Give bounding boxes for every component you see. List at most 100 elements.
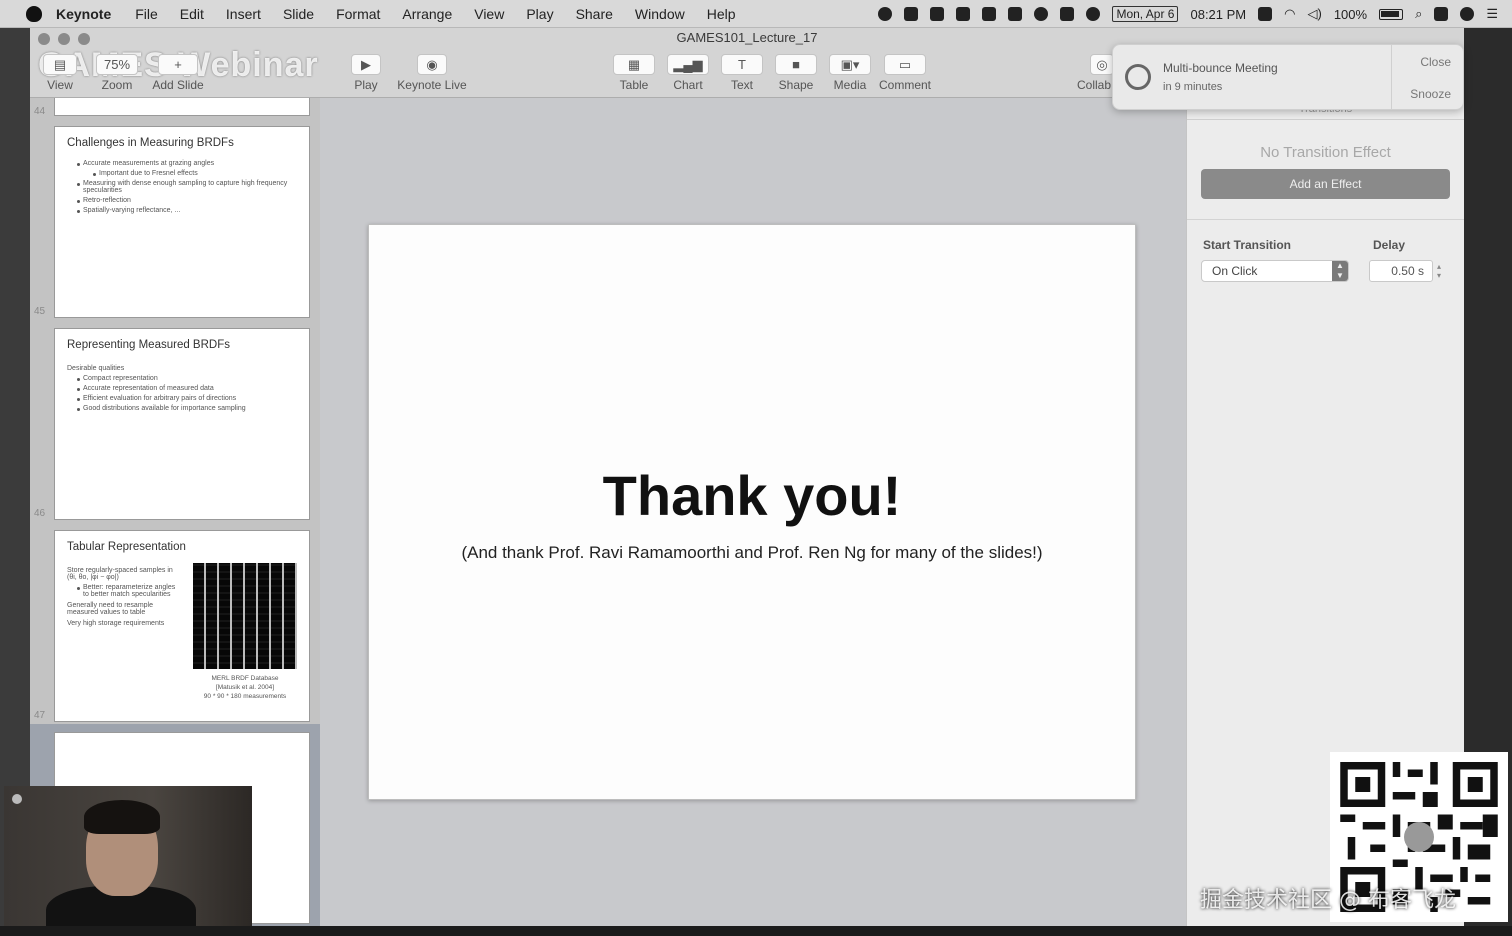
snooze-button[interactable]: Snooze	[1410, 87, 1451, 101]
zoom-value: 75%	[103, 57, 131, 72]
menu-arrange[interactable]: Arrange	[402, 6, 452, 22]
delay-stepper-icon[interactable]: ▴ ▾	[1437, 262, 1445, 280]
slide-canvas[interactable]: Thank you! (And thank Prof. Ravi Ramamoo…	[320, 98, 1186, 926]
thumbnail-bullet: Important due to Fresnel effects	[55, 167, 309, 177]
menu-slide[interactable]: Slide	[283, 6, 314, 22]
status-app-icon[interactable]	[904, 7, 919, 21]
text-label: Text	[730, 78, 753, 92]
delay-label: Delay	[1373, 238, 1406, 252]
status-app-icon[interactable]	[982, 7, 997, 21]
menu-view[interactable]: View	[474, 6, 504, 22]
menu-format[interactable]: Format	[336, 6, 380, 22]
status-app-icon[interactable]	[1086, 7, 1101, 21]
divider	[1187, 219, 1464, 220]
thumbnail-text: Desirable qualities	[67, 365, 125, 372]
notification-center-icon[interactable]: ☰	[1486, 6, 1498, 22]
table-icon: ▦	[613, 54, 655, 75]
watermark-text: 掘金技术社区 @ 布客飞龙	[1200, 888, 1456, 913]
chevron-updown-icon: ▲ ▼	[1332, 261, 1348, 281]
status-app-icon[interactable]	[878, 7, 893, 21]
thumbnail-title: Challenges in Measuring BRDFs	[67, 137, 234, 149]
calendar-notification[interactable]: Multi-bounce Meeting in 9 minutes Close …	[1112, 44, 1464, 110]
window-title: GAMES101_Lecture_17	[676, 30, 818, 45]
collaborate-label: Collab	[1076, 78, 1112, 92]
shape-button[interactable]: ■ Shape	[774, 54, 818, 92]
slide-thumbnail-44[interactable]	[54, 98, 310, 116]
text-button[interactable]: T Text	[720, 54, 764, 92]
menu-window[interactable]: Window	[635, 6, 685, 22]
battery-icon[interactable]	[1379, 8, 1404, 20]
slide-subheading[interactable]: (And thank Prof. Ravi Ramamoorthi and Pr…	[369, 543, 1135, 563]
wifi-icon[interactable]: ◠	[1284, 6, 1295, 22]
dropbox-icon[interactable]	[1008, 7, 1023, 21]
battery-percent[interactable]: 100%	[1334, 7, 1367, 22]
start-transition-select[interactable]: On Click ▲ ▼	[1201, 260, 1349, 282]
brdf-grid-image	[193, 563, 297, 669]
siri-icon[interactable]	[1460, 7, 1475, 21]
view-button[interactable]: ▤ View	[42, 54, 78, 92]
add-slide-label: Add Slide	[152, 78, 204, 92]
comment-label: Comment	[878, 78, 931, 92]
media-button[interactable]: ▣▾ Media	[828, 54, 872, 92]
slide-thumbnail-45[interactable]: Challenges in Measuring BRDFs Accurate m…	[54, 126, 310, 318]
text-icon: T	[721, 54, 763, 75]
slide-number: 45	[34, 306, 46, 317]
slide-heading[interactable]: Thank you!	[369, 463, 1135, 528]
shape-icon: ■	[775, 54, 817, 75]
current-slide[interactable]: Thank you! (And thank Prof. Ravi Ramamoo…	[368, 224, 1136, 800]
add-effect-button[interactable]: Add an Effect	[1201, 169, 1450, 199]
thumbnail-text: Generally need to resample measured valu…	[67, 602, 153, 616]
slide-thumbnail-46[interactable]: Representing Measured BRDFs Desirable qu…	[54, 328, 310, 520]
thumbnail-bullet: Compact representation	[55, 372, 309, 382]
status-app-icon[interactable]	[956, 7, 971, 21]
status-app-icon[interactable]	[930, 7, 945, 21]
play-icon: ▶	[351, 54, 381, 75]
table-label: Table	[619, 78, 649, 92]
apple-icon[interactable]	[26, 5, 42, 22]
no-effect-label: No Transition Effect	[1260, 144, 1391, 161]
shape-label: Shape	[778, 78, 814, 92]
slide-number: 47	[34, 710, 46, 721]
date-box[interactable]: Mon, Apr 6	[1112, 6, 1179, 22]
chart-button[interactable]: ▂▄▆ Chart	[666, 54, 710, 92]
creative-cloud-icon[interactable]	[1034, 7, 1049, 21]
thumbnail-caption: 90 * 90 * 180 measurements	[203, 693, 287, 700]
thumbnail-bullet: Good distributions available for importa…	[55, 402, 309, 412]
zoom-button[interactable]: 75% Zoom	[96, 54, 138, 92]
volume-icon[interactable]: ◁)	[1307, 6, 1321, 22]
user-icon[interactable]	[1434, 7, 1449, 21]
slide-thumbnail-47[interactable]: Tabular Representation Store regularly-s…	[54, 530, 310, 722]
collaborate-button[interactable]: ◎ Collab	[1076, 54, 1114, 92]
plus-icon: +	[158, 54, 198, 75]
table-button[interactable]: ▦ Table	[612, 54, 656, 92]
menu-edit[interactable]: Edit	[180, 6, 204, 22]
keynote-live-button[interactable]: ◉ Keynote Live	[394, 54, 470, 92]
menu-share[interactable]: Share	[576, 6, 613, 22]
slide-number: 44	[34, 106, 46, 117]
webcam-video	[4, 786, 252, 926]
menu-file[interactable]: File	[135, 6, 158, 22]
comment-button[interactable]: ▭ Comment	[878, 54, 932, 92]
close-button[interactable]: Close	[1420, 55, 1451, 69]
spotlight-search-icon[interactable]: ⌕	[1415, 6, 1422, 22]
menu-app[interactable]: Keynote	[56, 6, 111, 22]
start-transition-label: Start Transition	[1203, 238, 1292, 252]
menu-play[interactable]: Play	[526, 6, 553, 22]
status-app-icon[interactable]	[1060, 7, 1075, 21]
thumbnail-bullet: Efficient evaluation for arbitrary pairs…	[55, 392, 309, 402]
thumbnail-bullet: Spatially-varying reflectance, ...	[55, 204, 309, 214]
notification-title: Multi-bounce Meeting	[1163, 61, 1278, 75]
divider	[1391, 45, 1392, 109]
clock[interactable]: 08:21 PM	[1190, 7, 1246, 22]
delay-field[interactable]: 0.50 s	[1369, 260, 1433, 282]
zoom-select: 75%	[96, 54, 138, 75]
chart-label: Chart	[673, 78, 703, 92]
thumbnail-caption: MERL BRDF Database	[211, 675, 279, 682]
start-transition-value: On Click	[1212, 264, 1258, 278]
chart-icon: ▂▄▆	[667, 54, 709, 75]
add-slide-button[interactable]: + Add Slide	[150, 54, 206, 92]
menu-help[interactable]: Help	[707, 6, 736, 22]
menu-insert[interactable]: Insert	[226, 6, 261, 22]
play-button[interactable]: ▶ Play	[348, 54, 384, 92]
display-icon[interactable]	[1258, 7, 1273, 21]
